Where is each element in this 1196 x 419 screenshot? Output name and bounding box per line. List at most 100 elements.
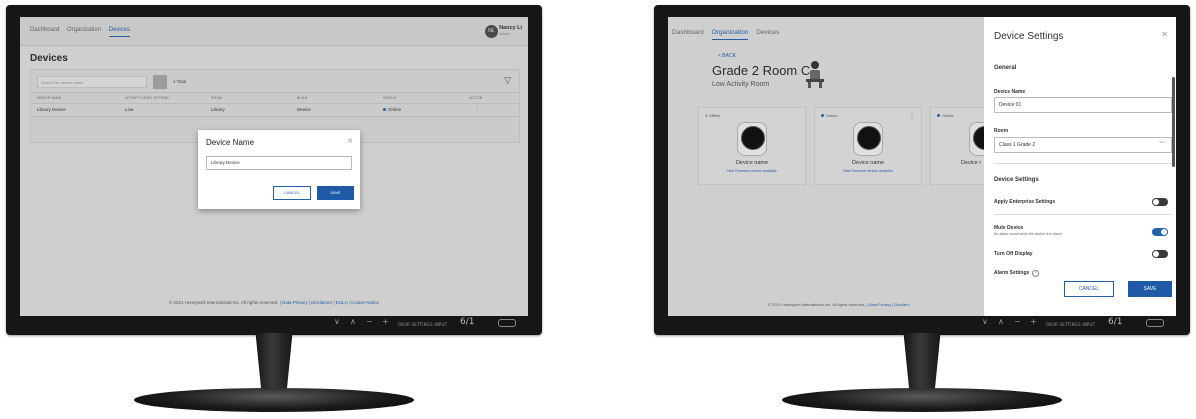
online-dot-icon xyxy=(821,114,824,118)
footer-link-disclaimer[interactable]: Disclaim xyxy=(894,302,909,307)
footer-link-eula[interactable]: EULA xyxy=(336,300,348,305)
total-count: 1 Total xyxy=(173,79,187,84)
monitor-button-labels: OK/IR SETTINGS INPUT xyxy=(1046,322,1096,327)
nav-dashboard[interactable]: Dashboard xyxy=(672,29,704,36)
device-status: ⦸ Offline xyxy=(705,113,721,118)
col-build[interactable]: BUILD xyxy=(297,96,307,100)
device-card[interactable]: ⦸ Offline Device name New Firmware versi… xyxy=(698,107,806,185)
monitor-minus-icon[interactable]: − xyxy=(1014,317,1021,327)
table-row[interactable]: Library Device Low Library Device Online… xyxy=(31,104,519,117)
nav-devices[interactable]: Devices xyxy=(108,27,131,37)
power-button[interactable] xyxy=(498,319,516,327)
main-nav: Dashboard Organization Devices xyxy=(30,27,136,37)
firmware-update-link[interactable]: New Firmware version available xyxy=(699,169,805,173)
col-room[interactable]: ROOM xyxy=(211,96,222,100)
monitor-logo: 6/1 xyxy=(460,317,475,327)
monitor-base xyxy=(134,388,414,412)
footer-link-data-privacy[interactable]: Data Privacy xyxy=(869,302,892,307)
section-general: General xyxy=(994,65,1017,71)
close-icon[interactable]: ✕ xyxy=(347,137,353,145)
chevron-down-icon: ﹀ xyxy=(1158,142,1165,148)
room-title: Grade 2 Room C xyxy=(712,63,811,78)
user-info[interactable]: Nancy Li Admin xyxy=(499,25,522,36)
nav-organization[interactable]: Organization xyxy=(67,27,101,33)
room-label: Room xyxy=(994,128,1009,134)
page-title: Devices xyxy=(30,53,68,64)
panel-scrollbar[interactable] xyxy=(1172,77,1175,167)
divider xyxy=(994,163,1172,164)
device-name-input[interactable]: Device 01 xyxy=(994,97,1172,113)
nav-organization[interactable]: Organization xyxy=(711,29,749,40)
power-button[interactable] xyxy=(1146,319,1164,327)
section-device-settings: Device Settings xyxy=(994,177,1039,183)
main-nav: Dashboard Organization Devices xyxy=(672,29,785,40)
device-name-input[interactable]: Library Device xyxy=(206,156,352,170)
footer-link-disclaimer[interactable]: Disclaimer xyxy=(311,300,332,305)
apply-enterprise-toggle[interactable] xyxy=(1152,198,1168,206)
mute-device-toggle[interactable] xyxy=(1152,228,1168,236)
device-name-label: Device Name xyxy=(994,89,1026,95)
card-menu-icon[interactable]: ⋮ xyxy=(909,112,915,119)
col-device-name[interactable]: DEVICE NAME xyxy=(37,96,61,100)
right-monitor: Dashboard Organization Devices < BACK Gr… xyxy=(648,0,1196,419)
room-activity-level: Low Activity Room xyxy=(712,81,770,88)
screen-room-page: Dashboard Organization Devices < BACK Gr… xyxy=(668,17,1176,316)
device-display-icon xyxy=(737,122,767,156)
device-display-icon xyxy=(853,122,883,156)
monitor-neck xyxy=(903,333,941,395)
user-role: Admin xyxy=(499,31,511,36)
cell-device-name: Library Device xyxy=(37,107,66,112)
search-input[interactable]: Search for device name xyxy=(37,76,147,88)
monitor-up-icon[interactable]: ∧ xyxy=(998,317,1004,327)
col-status[interactable]: STATUS xyxy=(383,96,396,100)
avatar[interactable]: NL xyxy=(485,25,498,38)
room-select-value: Class 1 Grade 2 xyxy=(999,142,1036,148)
student-illustration-icon xyxy=(806,61,824,88)
save-button[interactable]: SAVE xyxy=(1128,281,1172,297)
panel-title: Device Settings xyxy=(994,31,1064,42)
top-nav-bar: Dashboard Organization Devices NL Nancy … xyxy=(20,17,528,46)
cell-build: Device xyxy=(297,107,311,112)
device-card[interactable]: Online ⋮ Device name New Firmware versio… xyxy=(814,107,922,185)
monitor-plus-icon[interactable]: + xyxy=(1030,317,1037,327)
col-activity-level[interactable]: ACTIVITY LEVEL SETTING xyxy=(125,96,169,100)
alarm-settings-label: Alarm Settings? xyxy=(994,270,1040,277)
nav-dashboard[interactable]: Dashboard xyxy=(30,27,59,33)
cell-room: Library xyxy=(211,107,225,112)
search-button[interactable] xyxy=(153,75,167,89)
monitor-down-icon[interactable]: ∨ xyxy=(334,317,340,327)
screen-devices-page: Dashboard Organization Devices NL Nancy … xyxy=(20,17,528,316)
footer-link-data-privacy[interactable]: Data Privacy xyxy=(282,300,308,305)
footer: © 2021 Honeywell International Inc. All … xyxy=(768,302,910,307)
footer-copyright: © 2021 Honeywell International Inc. All … xyxy=(768,302,866,307)
monitor-plus-icon[interactable]: + xyxy=(382,317,389,327)
modal-title: Device Name xyxy=(206,138,255,147)
close-icon[interactable]: ✕ xyxy=(1161,30,1168,39)
monitor-base xyxy=(782,388,1062,412)
cell-activity-level: Low xyxy=(125,107,134,112)
monitor-neck xyxy=(255,333,293,395)
online-dot-icon xyxy=(383,108,386,112)
monitor-minus-icon[interactable]: − xyxy=(366,317,373,327)
cancel-button[interactable]: CANCEL xyxy=(273,186,311,200)
filter-icon[interactable]: ▽ xyxy=(504,75,511,86)
cancel-button[interactable]: CANCEL xyxy=(1064,281,1114,297)
mute-device-label: Mute Device No alarm sound when the devi… xyxy=(994,225,1062,236)
back-link[interactable]: < BACK xyxy=(718,53,736,59)
monitor-down-icon[interactable]: ∨ xyxy=(982,317,988,327)
footer: © 2021 Honeywell International Inc. All … xyxy=(168,300,380,305)
help-icon[interactable]: ? xyxy=(1032,270,1040,277)
footer-copyright: © 2021 Honeywell International Inc. All … xyxy=(168,300,279,305)
turn-off-display-label: Turn Off Display xyxy=(994,251,1033,257)
turn-off-display-toggle[interactable] xyxy=(1152,250,1168,258)
monitor-up-icon[interactable]: ∧ xyxy=(350,317,356,327)
nav-devices[interactable]: Devices xyxy=(756,29,779,36)
room-select[interactable]: Class 1 Grade 2 ﹀ xyxy=(994,137,1172,153)
monitor-bezel: Dashboard Organization Devices < BACK Gr… xyxy=(654,5,1190,335)
footer-link-cookie-notice[interactable]: Cookie Notice xyxy=(351,300,379,305)
save-button[interactable]: SAVE xyxy=(317,186,354,200)
row-action-menu-icon[interactable]: ⋮ xyxy=(475,107,480,113)
apply-enterprise-label: Apply Enterprise Settings xyxy=(994,199,1056,205)
online-dot-icon xyxy=(937,114,940,118)
firmware-update-link[interactable]: New Firmware version available xyxy=(815,169,921,173)
